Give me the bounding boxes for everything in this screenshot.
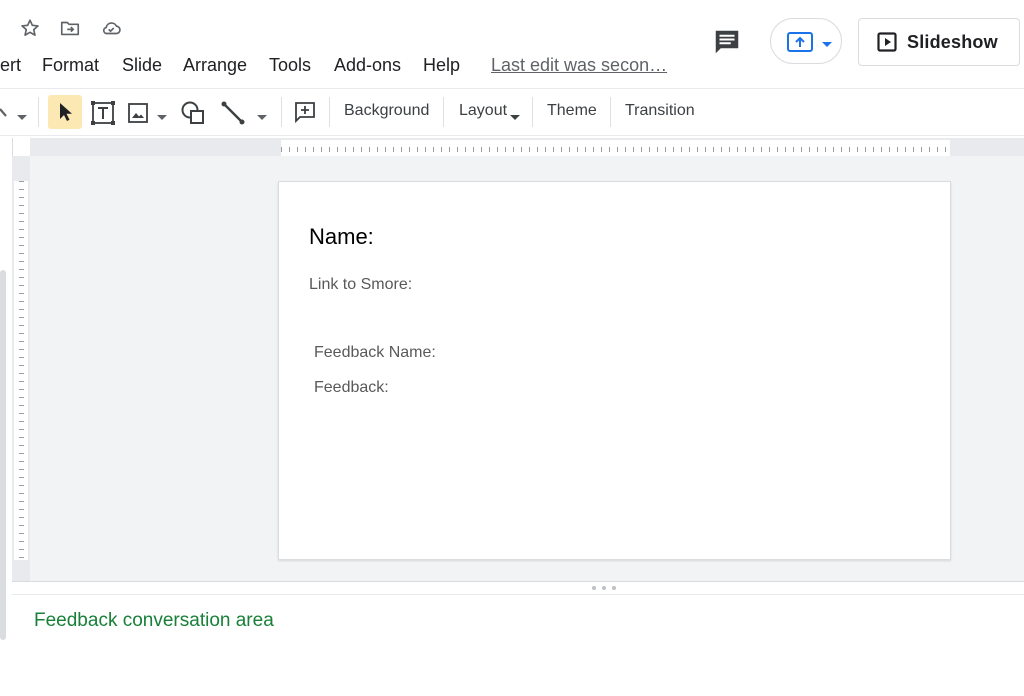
text-box-icon[interactable]	[90, 100, 116, 126]
zoom-icon[interactable]	[0, 103, 10, 121]
menu-insert[interactable]: ert	[0, 53, 21, 77]
zoom-dropdown-icon[interactable]	[16, 109, 28, 120]
menu-arrange[interactable]: Arrange	[183, 53, 247, 77]
star-icon[interactable]	[18, 16, 42, 40]
present-button[interactable]	[770, 18, 842, 64]
last-edit-link[interactable]: Last edit was secon…	[491, 53, 667, 77]
toolbar-divider	[443, 97, 444, 127]
layout-dropdown-icon[interactable]	[509, 109, 521, 120]
shape-icon[interactable]	[180, 100, 206, 126]
slideshow-label: Slideshow	[907, 31, 998, 52]
filmstrip-scrollbar[interactable]	[0, 270, 6, 640]
folder-move-icon[interactable]	[58, 16, 82, 40]
play-icon	[877, 32, 897, 52]
background-button[interactable]: Background	[344, 102, 429, 120]
chevron-down-icon[interactable]	[821, 37, 833, 47]
feedback-label[interactable]: Feedback:	[314, 379, 389, 397]
theme-button[interactable]: Theme	[547, 102, 597, 120]
drag-handle-icon	[592, 586, 616, 590]
line-dropdown-icon[interactable]	[256, 109, 268, 120]
add-comment-icon[interactable]	[293, 100, 317, 124]
image-dropdown-icon[interactable]	[156, 109, 168, 120]
present-icon	[787, 32, 813, 52]
smore-link-label[interactable]: Link to Smore:	[309, 276, 412, 294]
toolbar-divider	[38, 97, 39, 127]
name-label[interactable]: Name:	[309, 224, 374, 250]
layout-button[interactable]: Layout	[459, 102, 507, 120]
toolbar-divider	[610, 97, 611, 127]
menu-addons[interactable]: Add-ons	[334, 53, 401, 77]
toolbar: Background Layout Theme Transition	[0, 88, 1024, 136]
vertical-ruler-scale	[14, 181, 28, 560]
speaker-notes[interactable]: Feedback conversation area	[12, 581, 1024, 696]
slide[interactable]: Name: Link to Smore: Feedback Name: Feed…	[278, 181, 951, 560]
select-tool-button[interactable]	[48, 95, 82, 129]
menu-tools[interactable]: Tools	[269, 53, 311, 77]
toolbar-divider	[532, 97, 533, 127]
cloud-saved-icon[interactable]	[98, 16, 124, 40]
menu-slide[interactable]: Slide	[122, 53, 162, 77]
line-icon[interactable]	[220, 100, 246, 126]
menu-format[interactable]: Format	[42, 53, 99, 77]
slideshow-button[interactable]: Slideshow	[858, 18, 1020, 66]
toolbar-divider	[329, 97, 330, 127]
menu-help[interactable]: Help	[423, 53, 460, 77]
comment-icon[interactable]	[710, 26, 744, 58]
notes-resize-handle[interactable]	[12, 582, 1024, 595]
horizontal-ruler-scale	[281, 140, 950, 156]
notes-text[interactable]: Feedback conversation area	[34, 610, 274, 632]
image-icon[interactable]	[127, 102, 149, 124]
feedback-name-label[interactable]: Feedback Name:	[314, 344, 436, 362]
cursor-icon	[60, 103, 72, 121]
transition-button[interactable]: Transition	[625, 102, 695, 120]
toolbar-divider	[281, 97, 282, 127]
